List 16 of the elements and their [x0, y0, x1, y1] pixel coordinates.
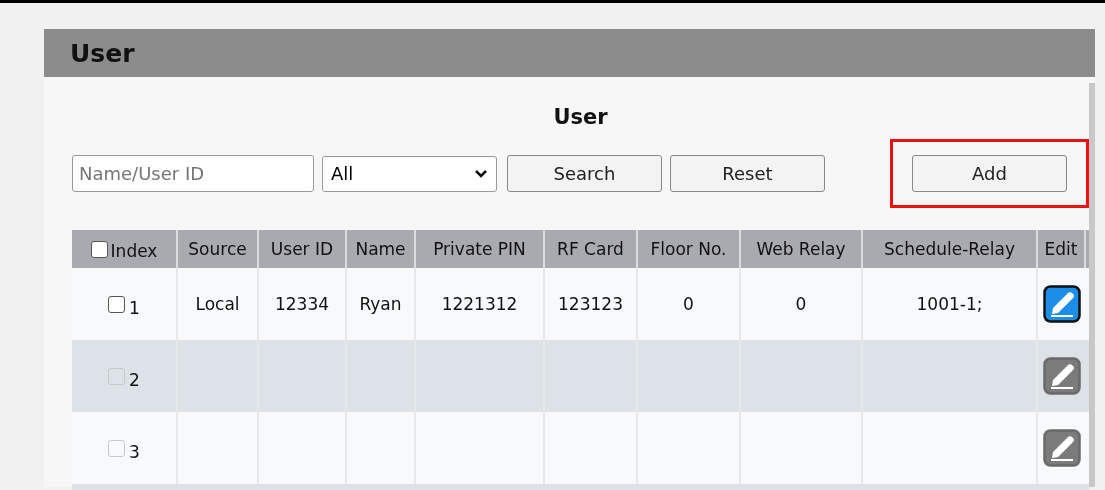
filter-dropdown[interactable]: All	[322, 155, 497, 192]
select-all-checkbox[interactable]	[90, 240, 108, 258]
row-index: 2	[129, 369, 140, 390]
scrollbar[interactable]	[1089, 83, 1095, 487]
toolbar-button[interactable]: Search	[507, 155, 662, 192]
row-index: 3	[129, 441, 140, 462]
panel-title: User	[70, 38, 135, 68]
search-field[interactable]: Name/User ID	[72, 155, 314, 192]
column-header: Index	[110, 240, 158, 261]
edit-icon[interactable]	[1043, 285, 1081, 323]
toolbar-button[interactable]: Reset	[670, 155, 825, 192]
section-title: User	[552, 105, 609, 129]
toolbar-button[interactable]: Add	[912, 155, 1067, 192]
chevron-down-icon	[474, 168, 488, 179]
row-checkbox[interactable]	[108, 295, 126, 313]
row-index: 1	[129, 297, 140, 318]
